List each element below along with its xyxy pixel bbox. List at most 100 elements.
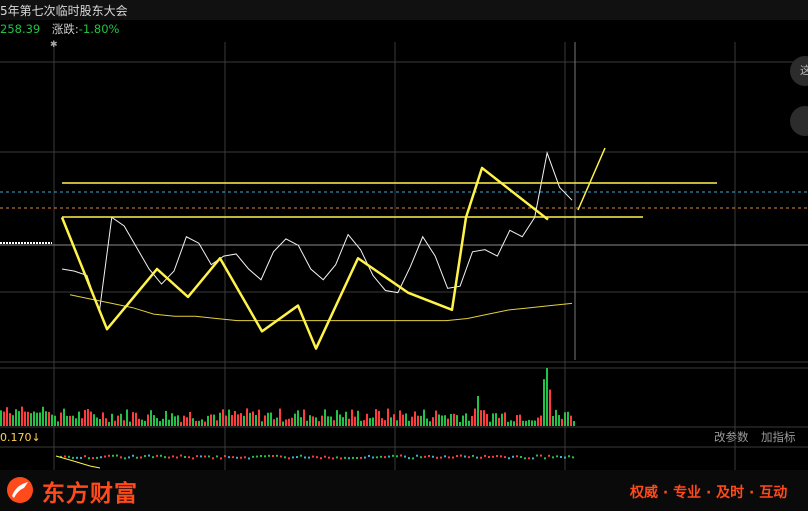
volume-bar (84, 409, 86, 426)
volume-bar (30, 413, 32, 426)
volume-bar (102, 412, 104, 426)
indicator-dot (212, 457, 214, 460)
indicator-dot (264, 455, 266, 458)
indicator-dot (240, 456, 242, 459)
indicator-dot (488, 456, 490, 459)
volume-bar (318, 421, 320, 426)
intraday-chart-area[interactable] (0, 40, 808, 470)
volume-bar (255, 414, 257, 426)
indicator-dot (484, 454, 486, 457)
indicator-dot (380, 455, 382, 458)
volume-bar (162, 418, 164, 426)
volume-bar (483, 410, 485, 426)
volume-bar (303, 409, 305, 426)
volume-bar (423, 409, 425, 426)
indicator-series (55, 454, 574, 469)
volume-bar (3, 411, 5, 426)
volume-bar (231, 415, 233, 426)
volume-bar (147, 414, 149, 426)
indicator-dot (368, 454, 370, 457)
volume-bar (465, 413, 467, 426)
volume-bar (378, 410, 380, 426)
volume-bar (480, 410, 482, 426)
indicator-dot (296, 456, 298, 459)
volume-bar (282, 421, 284, 426)
indicator-dot (444, 455, 446, 458)
volume-bar (507, 421, 509, 426)
indicator-dot (348, 457, 350, 460)
volume-bar (516, 415, 518, 426)
indicator-dot (68, 455, 70, 458)
volume-bar (321, 415, 323, 426)
volume-label: 0.170↓ (0, 431, 41, 444)
indicator-dot (452, 456, 454, 459)
volume-bar (183, 415, 185, 426)
indicator-dot (340, 457, 342, 460)
indicator-dot (376, 456, 378, 459)
volume-bar (513, 421, 515, 426)
volume-bar (150, 410, 152, 426)
volume-bar (549, 389, 551, 426)
indicator-dot (188, 456, 190, 459)
indicator-dot (564, 456, 566, 459)
indicator-dot (464, 455, 466, 458)
page-title: 5年第七次临时股东大会 (0, 4, 128, 18)
indicator-dot (312, 455, 314, 458)
volume-bar (300, 417, 302, 426)
volume-bar (108, 421, 110, 426)
volume-bar (396, 420, 398, 426)
volume-bar (99, 418, 101, 426)
indicator-dot (524, 457, 526, 460)
indicator-dot (392, 454, 394, 457)
volume-bar (564, 412, 566, 426)
volume-bar (279, 408, 281, 426)
indicator-dot (128, 456, 130, 459)
change-params-button[interactable]: 改参数 (714, 429, 749, 445)
volume-bar (330, 416, 332, 426)
slogan: 权威 · 专业 · 及时 · 互动 (630, 485, 788, 501)
volume-bar (381, 418, 383, 426)
indicator-dot (476, 456, 478, 459)
indicator-dot (440, 456, 442, 459)
volume-bar (540, 415, 542, 426)
indicator-dot (152, 456, 154, 459)
volume-bar (363, 420, 365, 426)
volume-bar (135, 412, 137, 426)
indicator-dot (416, 454, 418, 457)
eastmoney-logo-icon (7, 477, 33, 503)
volume-bar (447, 418, 449, 426)
volume-bar (408, 420, 410, 426)
volume-bar (489, 421, 491, 426)
indicator-dot (508, 457, 510, 460)
volume-bar (552, 415, 554, 426)
volume-bar (348, 418, 350, 426)
last-price: 258.39 (0, 22, 41, 36)
volume-bar (477, 396, 479, 426)
indicator-dot (540, 454, 542, 457)
indicator-dot (332, 457, 334, 460)
volume-bar (537, 417, 539, 426)
volume-bar (39, 412, 41, 426)
volume-bar (192, 418, 194, 426)
indicator-dot (408, 457, 410, 460)
volume-bar (375, 409, 377, 426)
add-indicator-button[interactable]: 加指标 (761, 429, 796, 445)
volume-bar (234, 410, 236, 426)
volume-bar (501, 413, 503, 426)
indicator-dot (344, 456, 346, 459)
volume-bar (6, 407, 8, 426)
volume-bar (561, 418, 563, 426)
chart-grid (0, 42, 808, 470)
indicator-dot (292, 456, 294, 459)
volume-bar (210, 414, 212, 426)
volume-bar (510, 420, 512, 426)
indicator-dot (172, 455, 174, 458)
indicator-dot (480, 456, 482, 459)
indicator-dot (288, 457, 290, 460)
volume-bar (336, 410, 338, 426)
indicator-dot (160, 454, 162, 457)
indicator-dot (180, 454, 182, 457)
volume-bar (132, 412, 134, 426)
indicator-dot (556, 455, 558, 458)
indicator-dot (272, 455, 274, 458)
